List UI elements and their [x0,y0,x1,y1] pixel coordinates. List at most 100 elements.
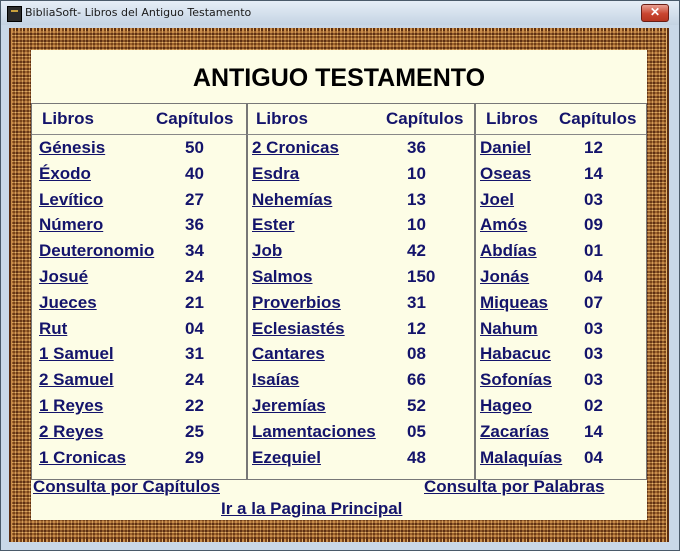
column-header-chapters: Capítulos [559,109,637,128]
book-link[interactable]: Sofonías [480,370,552,390]
book-link[interactable]: 2 Cronicas [252,138,339,158]
book-link[interactable]: Cantares [252,344,325,364]
book-row: Eclesiastés 12 [252,319,480,345]
book-link[interactable]: Jonás [480,267,529,287]
book-link[interactable]: 1 Cronicas [39,448,126,468]
book-link[interactable]: Levítico [39,190,103,210]
book-link[interactable]: Daniel [480,138,531,158]
book-link[interactable]: Eclesiastés [252,319,345,339]
chapter-count: 07 [584,292,603,312]
book-link[interactable]: Hageo [480,396,532,416]
book-link[interactable]: 2 Reyes [39,422,103,442]
book-link[interactable]: Amós [480,215,527,235]
book-row: 1 Reyes 22 [39,396,254,422]
book-link[interactable]: Isaías [252,370,299,390]
chapter-count: 25 [185,421,204,441]
column-header-books: Libros [486,109,538,128]
book-link[interactable]: Josué [39,267,88,287]
book-row: 1 Samuel 31 [39,344,254,370]
book-link[interactable]: Génesis [39,138,105,158]
book-link[interactable]: Nehemías [252,190,332,210]
book-link[interactable]: Número [39,215,103,235]
close-button[interactable]: ✕ [641,4,669,22]
book-link[interactable]: Nahum [480,319,538,339]
chapter-count: 36 [185,215,204,235]
main-page-link[interactable]: Ir a la Pagina Principal [221,499,402,519]
book-row: Nahum 03 [480,319,651,345]
consult-by-chapters-link[interactable]: Consulta por Capítulos [33,477,220,497]
book-row: 2 Reyes 25 [39,422,254,448]
book-link[interactable]: Zacarías [480,422,549,442]
chapter-count: 04 [584,447,603,467]
book-link[interactable]: Jeremías [252,396,326,416]
book-link[interactable]: Esdra [252,164,299,184]
book-row: Abdías 01 [480,241,651,267]
book-row: Ester 10 [252,215,480,241]
chapter-count: 40 [185,163,204,183]
column-header-books: Libros [42,109,94,128]
chapter-count: 22 [185,396,204,415]
chapter-count: 14 [584,163,603,183]
book-row: Éxodo 40 [39,164,254,190]
book-link[interactable]: Deuteronomio [39,241,154,261]
books-column-2: Libros Capítulos 2 Cronicas 36 Esdra 10 Nehe… [246,103,476,480]
book-row: Proverbios 31 [252,293,480,319]
books-column-1: Libros Capítulos Génesis 50 Éxodo 40 Levític… [31,103,248,480]
consult-by-words-link[interactable]: Consulta por Palabras [424,477,604,497]
book-row: Lamentaciones 05 [252,422,480,448]
chapter-count: 13 [407,189,426,209]
book-row: Hageo 02 [480,396,651,422]
book-link[interactable]: Éxodo [39,164,91,184]
chapter-count: 24 [185,267,204,286]
book-row: Jeremías 52 [252,396,480,422]
book-row: Levítico 27 [39,190,254,216]
book-link[interactable]: Malaquías [480,448,562,468]
book-link[interactable]: Lamentaciones [252,422,376,442]
book-row: Amós 09 [480,215,651,241]
title-bar[interactable]: BibliaSoft- Libros del Antiguo Testament… [1,1,679,25]
chapter-count: 02 [584,396,603,415]
book-link[interactable]: Ezequiel [252,448,321,468]
book-row: Oseas 14 [480,164,651,190]
chapter-count: 21 [185,292,204,312]
chapter-count: 04 [584,267,603,286]
book-row: Sofonías 03 [480,370,651,396]
book-link[interactable]: Abdías [480,241,537,261]
book-link[interactable]: Ester [252,215,295,235]
chapter-count: 09 [584,215,603,235]
book-link[interactable]: Proverbios [252,293,341,313]
chapter-count: 10 [407,215,426,235]
book-row: Génesis 50 [39,138,254,164]
book-link[interactable]: 1 Reyes [39,396,103,416]
book-row: Deuteronomio 34 [39,241,254,267]
chapter-count: 24 [185,370,204,390]
chapter-count: 10 [407,163,426,183]
column-header-books: Libros [256,109,308,128]
book-link[interactable]: 2 Samuel [39,370,114,390]
book-row: Cantares 08 [252,344,480,370]
header-divider [247,134,475,135]
chapter-count: 14 [584,421,603,441]
book-link[interactable]: Rut [39,319,67,339]
book-row: Habacuc 03 [480,344,651,370]
book-link[interactable]: Jueces [39,293,97,313]
book-row: Miqueas 07 [480,293,651,319]
chapter-count: 27 [185,189,204,209]
book-link[interactable]: 1 Samuel [39,344,114,364]
book-link[interactable]: Salmos [252,267,312,287]
book-row: Jueces 21 [39,293,254,319]
book-link[interactable]: Joel [480,190,514,210]
book-link[interactable]: Miqueas [480,293,548,313]
book-row: Malaquías 04 [480,448,651,474]
book-link[interactable]: Habacuc [480,344,551,364]
content-panel: ANTIGUO TESTAMENTO Libros Capítulos Géne… [31,50,647,520]
book-link[interactable]: Oseas [480,164,531,184]
book-row: Ezequiel 48 [252,448,480,474]
chapter-count: 66 [407,370,426,390]
book-row: 2 Samuel 24 [39,370,254,396]
book-link[interactable]: Job [252,241,282,261]
book-row: Daniel 12 [480,138,651,164]
chapter-count: 31 [185,344,204,364]
book-row: 1 Cronicas 29 [39,448,254,474]
chapter-count: 12 [407,318,426,338]
